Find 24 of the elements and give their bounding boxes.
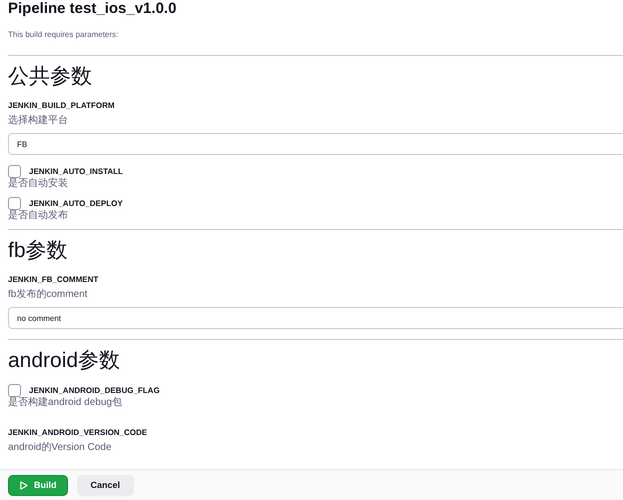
intro-text: This build requires parameters: [8, 30, 120, 39]
section-heading: 公共参数 [8, 64, 93, 90]
checkbox-label: JENKIN_AUTO_DEPLOY [29, 199, 123, 208]
parameter-name: JENKIN_ANDROID_VERSION_CODE [8, 427, 148, 439]
section-heading: fb参数 [8, 238, 69, 264]
page-title: Pipeline test_ios_v1.0.0 [8, 0, 178, 18]
parameter-description: 选择构建平台 [8, 115, 69, 127]
section-heading: android参数 [8, 348, 122, 374]
checkbox-label: JENKIN_ANDROID_DEBUG_FLAG [29, 386, 160, 395]
parameter-name: JENKIN_FB_COMMENT [8, 274, 100, 286]
parameter-description: 是否自动发布 [8, 210, 69, 222]
parameter-description: fb发布的comment [8, 289, 88, 301]
checkbox[interactable] [8, 165, 21, 178]
parameter-description: 是否构建android debug包 [8, 397, 123, 409]
parameter-description: 是否自动安装 [8, 178, 69, 190]
play-icon [19, 480, 28, 490]
checkbox[interactable] [8, 197, 21, 210]
input-field[interactable]: FB [8, 133, 623, 155]
checkbox[interactable] [8, 384, 21, 397]
parameter-name: JENKIN_BUILD_PLATFORM [8, 100, 116, 112]
parameter-description: android的Version Code [8, 442, 112, 454]
checkbox-label: JENKIN_AUTO_INSTALL [29, 167, 123, 176]
cancel-button[interactable]: Cancel [76, 474, 134, 496]
input-field[interactable]: no comment [8, 307, 623, 329]
